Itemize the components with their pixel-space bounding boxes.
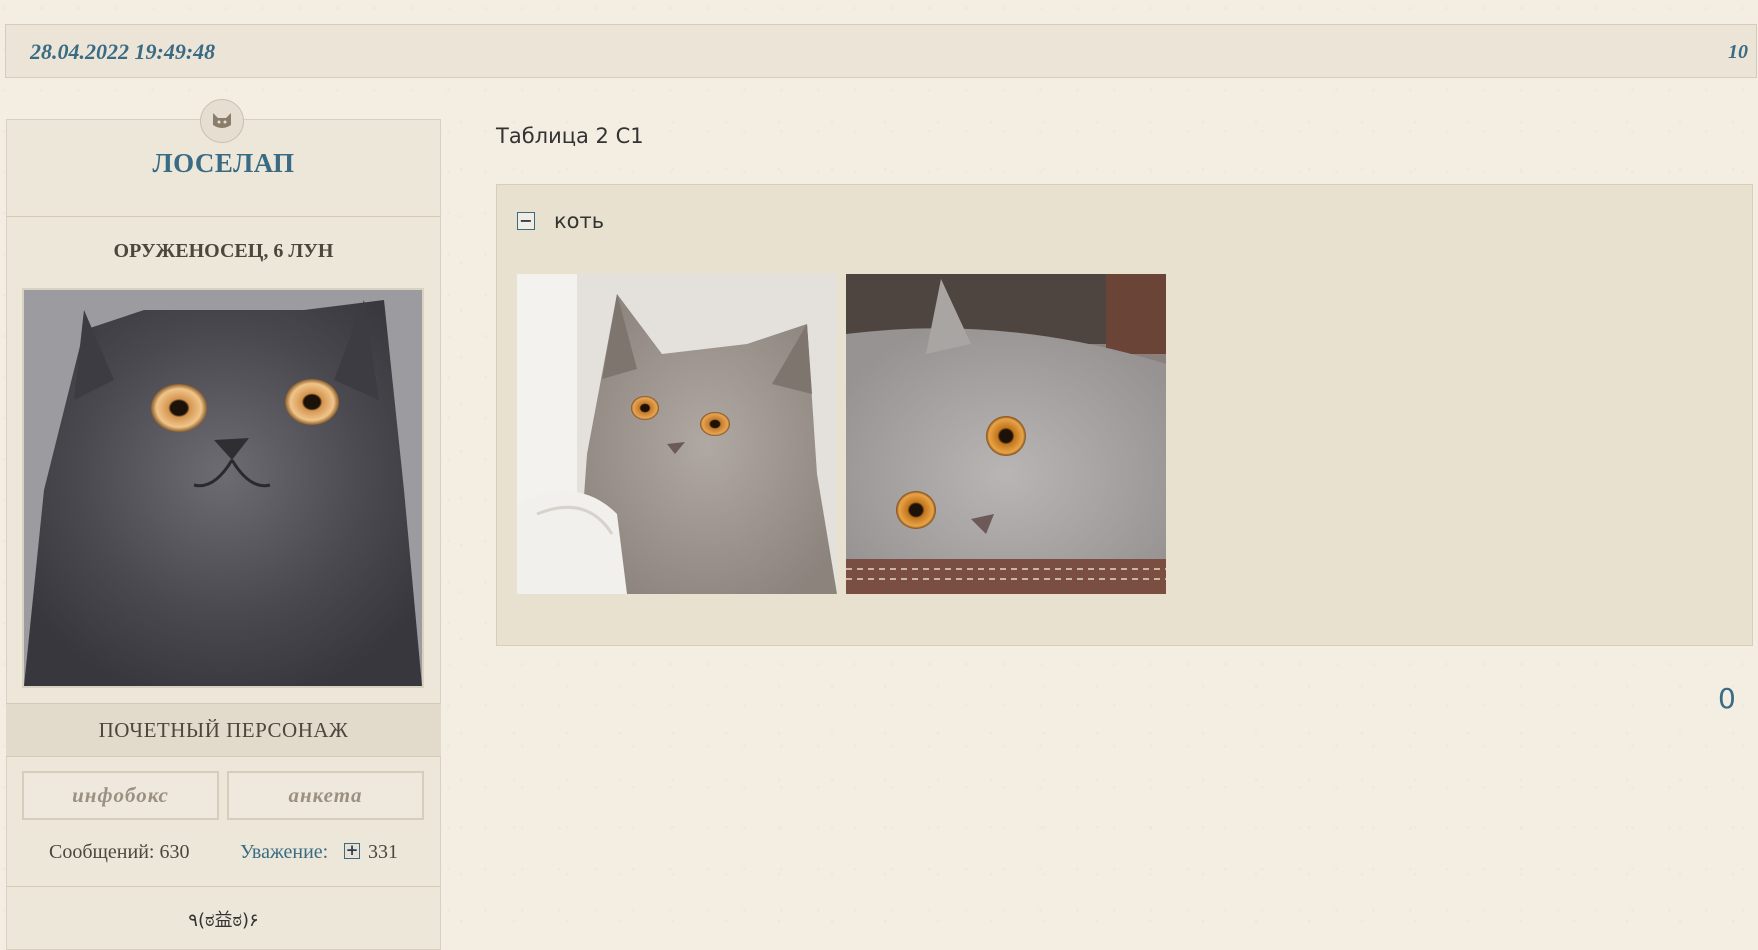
cat-photo-1[interactable] [517, 274, 837, 594]
cat-face-icon-svg [213, 113, 231, 128]
signature: ٩(ಠ益ಠ)۶ [188, 910, 259, 931]
profile-username[interactable]: ЛОСЕЛАП [0, 148, 447, 179]
cat-face-icon [200, 99, 244, 143]
profile-status-band: ПОЧЕТНЫЙ ПЕРСОНАЖ [6, 703, 441, 757]
respect-value: 331 [368, 841, 398, 863]
post-counter[interactable]: 0 [1718, 682, 1736, 715]
plus-icon[interactable]: + [344, 843, 360, 859]
cat-lying-image [846, 274, 1166, 594]
post-date-link[interactable]: 28.04.2022 19:49:48 [30, 39, 215, 65]
minus-box-icon[interactable]: − [517, 212, 535, 230]
profile-form-button[interactable]: анкета [227, 771, 424, 820]
post-header: 28.04.2022 19:49:48 10 [5, 24, 1757, 78]
cat-kitten-image [517, 274, 837, 594]
divider [6, 886, 441, 887]
divider [6, 216, 441, 217]
respect-label[interactable]: Уважение: [240, 841, 328, 864]
spoiler-block: − коть [496, 184, 1753, 646]
avatar [22, 288, 424, 688]
profile-rank: ОРУЖЕНОСЕЦ, 6 ЛУН [113, 240, 334, 262]
post-title: Таблица 2 С1 [496, 124, 644, 148]
avatar-cat-image [24, 290, 422, 686]
cat-photo-2[interactable] [846, 274, 1166, 594]
post-number-link[interactable]: 10 [1728, 41, 1748, 64]
messages-count: Сообщений: 630 [49, 841, 190, 863]
spoiler-label[interactable]: коть [554, 209, 604, 233]
infobox-button[interactable]: инфобокс [22, 771, 219, 820]
